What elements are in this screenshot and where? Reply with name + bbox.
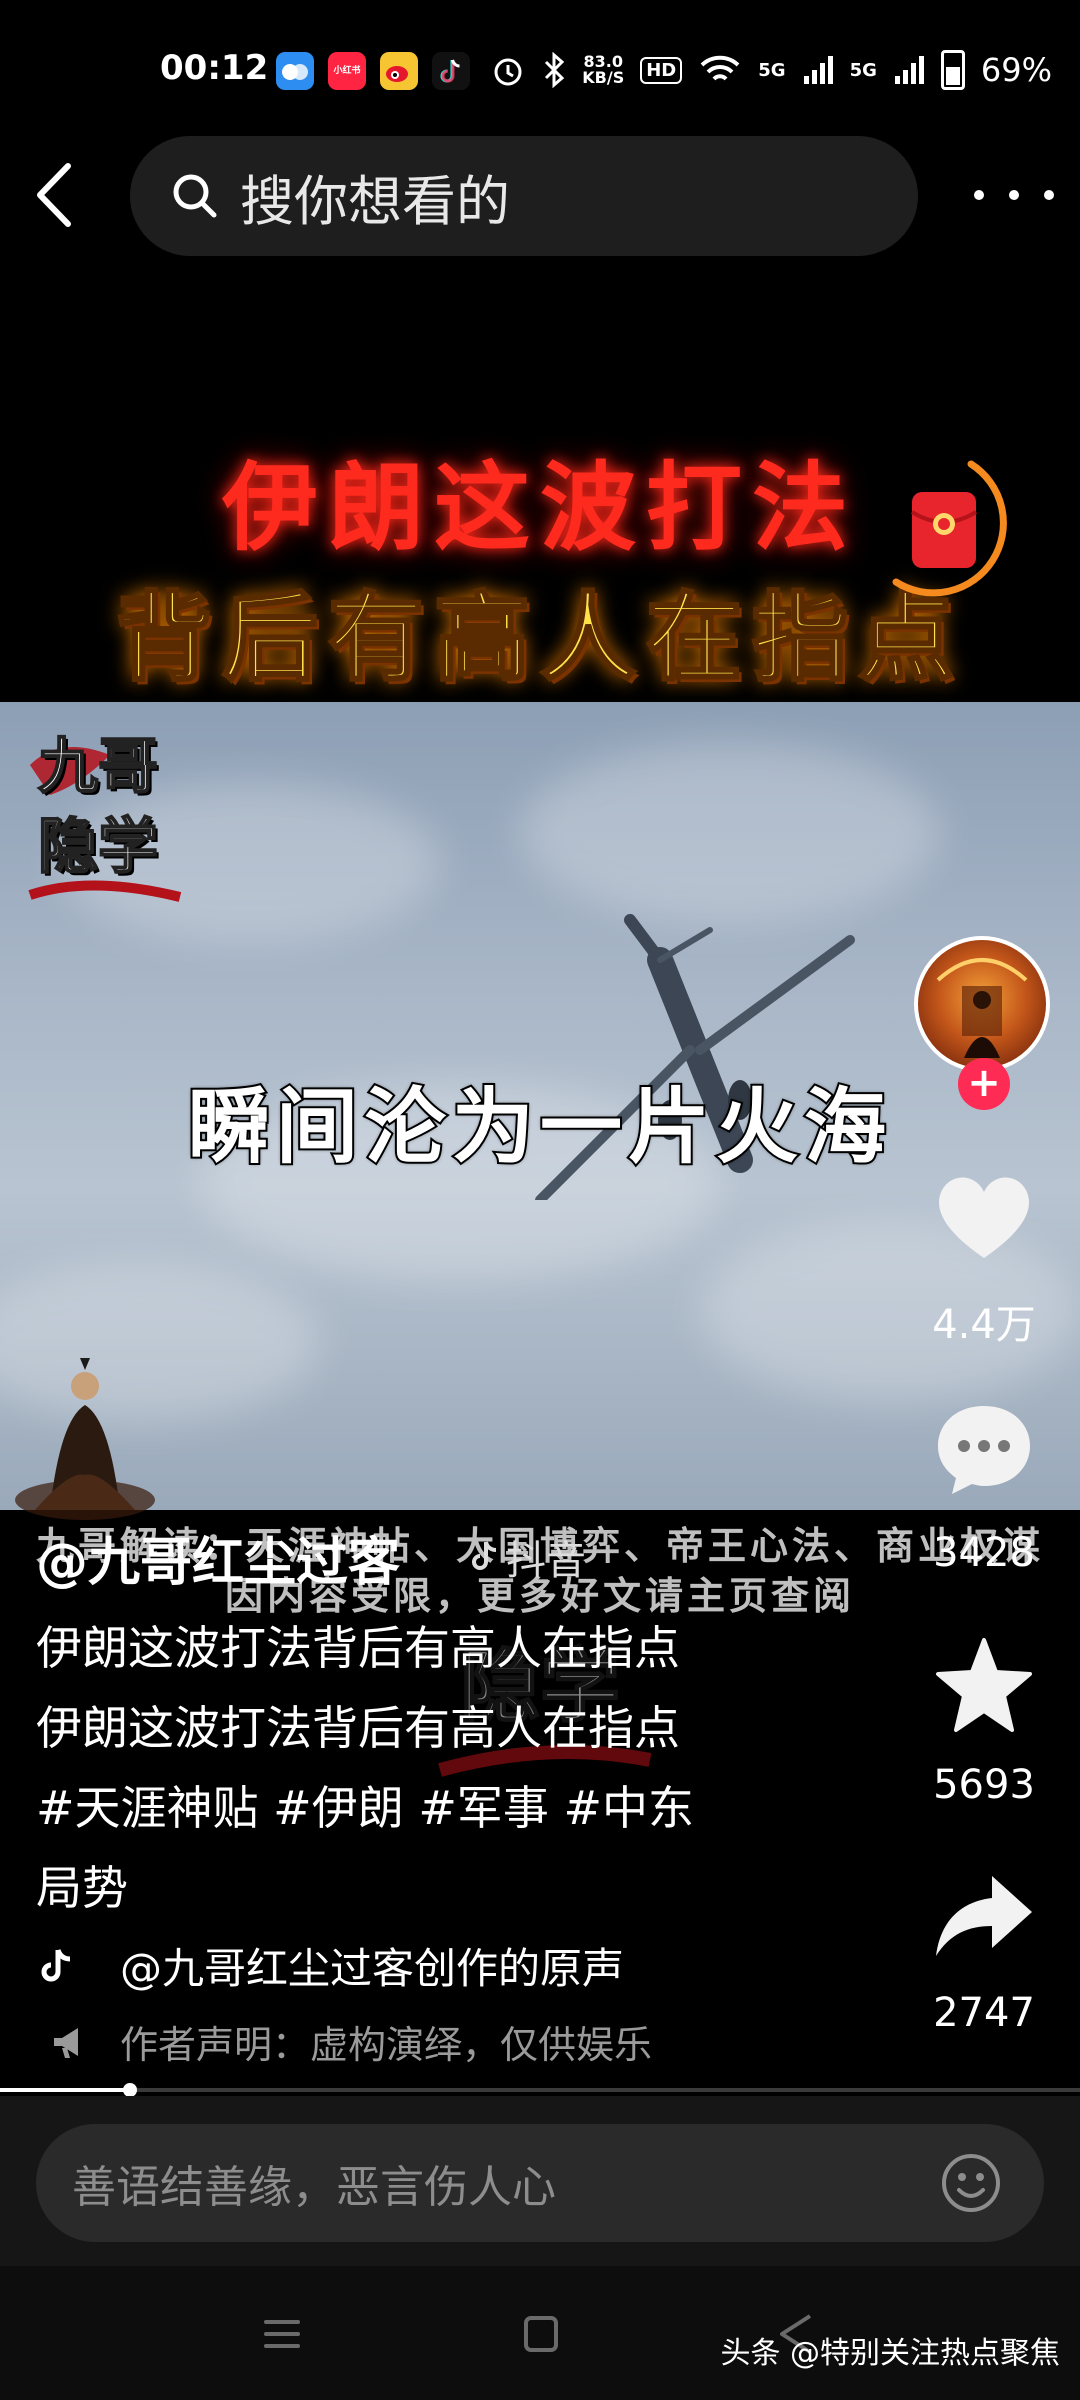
square-icon bbox=[524, 2316, 558, 2352]
alarm-icon bbox=[494, 58, 522, 86]
caption-hashtags[interactable]: #天涯神贴 #伊朗 #军事 #中东 bbox=[36, 1772, 694, 1838]
share-arrow-icon bbox=[936, 1876, 1032, 1956]
music-note-icon bbox=[41, 1948, 71, 1981]
more-dot-icon bbox=[974, 190, 984, 200]
video-subtitle: 瞬间沦为一片火海 bbox=[186, 1077, 892, 1177]
follow-button[interactable]: + bbox=[958, 1058, 1010, 1110]
weibo-icon bbox=[380, 52, 418, 90]
search-input[interactable]: 搜你想看的 bbox=[130, 136, 918, 256]
caption-line-2: 伊朗这波打法背后有高人在指点 bbox=[36, 1701, 680, 1755]
share-count: 2747 bbox=[933, 1990, 1035, 2036]
favorite-button[interactable] bbox=[930, 1634, 1038, 1734]
video-progress-fill bbox=[0, 2088, 130, 2092]
recent-apps-button[interactable] bbox=[252, 2306, 312, 2362]
cellular-signal-icon bbox=[803, 56, 833, 84]
star-icon bbox=[936, 1638, 1032, 1732]
comment-count: 3428 bbox=[933, 1530, 1035, 1576]
caption-line-1: 伊朗这波打法背后有高人在指点 bbox=[36, 1621, 680, 1675]
comment-placeholder: 善语结善缘，恶言伤人心 bbox=[72, 2162, 556, 2213]
douyin-icon bbox=[432, 52, 470, 90]
caption-hashtags-cont[interactable]: 局势 bbox=[36, 1852, 128, 1918]
signal-label-2: 5G bbox=[849, 59, 877, 81]
red-packet-icon bbox=[892, 460, 1007, 597]
favorite-count: 5693 bbox=[933, 1762, 1035, 1808]
status-time: 00:12 bbox=[160, 48, 269, 88]
like-count: 4.4万 bbox=[932, 1302, 1036, 1348]
more-dot-icon bbox=[1044, 190, 1054, 200]
comment-button[interactable] bbox=[930, 1398, 1038, 1498]
emoji-button[interactable] bbox=[940, 2152, 1002, 2214]
megaphone-icon bbox=[54, 2027, 78, 2058]
cellular-signal-icon bbox=[894, 56, 924, 84]
emperor-figure-image bbox=[15, 1358, 155, 1520]
back-arrow-icon bbox=[37, 163, 71, 227]
more-options-button[interactable] bbox=[974, 170, 1054, 220]
home-button[interactable] bbox=[510, 2306, 570, 2362]
red-packet-button[interactable] bbox=[876, 452, 1026, 612]
battery-percent: 69% bbox=[980, 51, 1052, 89]
video-progress-handle[interactable] bbox=[123, 2083, 137, 2097]
more-dot-icon bbox=[1009, 190, 1019, 200]
author-declaration: 作者声明：虚构演绎，仅供娱乐 bbox=[50, 2014, 652, 2069]
baidu-netdisk-icon bbox=[276, 52, 314, 90]
status-right-cluster: 83.0 KB/S HD 5G 5G 69% bbox=[490, 50, 1052, 90]
bluetooth-icon bbox=[545, 52, 565, 88]
heart-icon bbox=[938, 1177, 1030, 1258]
platform-tag: 抖音 bbox=[470, 1528, 586, 1586]
source-watermark: 头条 @特别关注热点聚焦 bbox=[720, 2336, 1060, 2371]
back-button[interactable] bbox=[28, 160, 88, 230]
wifi-icon bbox=[700, 55, 740, 81]
author-name[interactable]: @九哥红尘过客 bbox=[36, 1520, 400, 1595]
menu-lines-icon bbox=[264, 2320, 300, 2348]
net-speed: 83.0 KB/S bbox=[582, 52, 625, 87]
battery-icon bbox=[940, 50, 965, 90]
like-button[interactable] bbox=[930, 1166, 1038, 1266]
hd-badge: HD bbox=[640, 56, 683, 84]
declaration-text: 作者声明：虚构演绎，仅供娱乐 bbox=[120, 2023, 653, 2067]
xiaohongshu-icon: 小红书 bbox=[328, 52, 366, 90]
notification-app-icons: 小红书 bbox=[276, 52, 470, 90]
author-avatar[interactable] bbox=[914, 936, 1050, 1072]
share-button[interactable] bbox=[930, 1868, 1038, 1968]
comment-bubble-icon bbox=[938, 1406, 1030, 1494]
douyin-logo-icon bbox=[472, 1541, 497, 1570]
video-progress-track[interactable] bbox=[0, 2088, 1080, 2092]
music-row[interactable]: @九哥红尘过客创作的原声 bbox=[36, 1935, 624, 1996]
signal-label-1: 5G bbox=[758, 59, 786, 81]
comment-input[interactable]: 善语结善缘，恶言伤人心 bbox=[36, 2124, 1044, 2242]
smiley-icon bbox=[942, 2154, 1000, 2212]
search-placeholder: 搜你想看的 bbox=[240, 169, 510, 233]
search-icon bbox=[173, 174, 217, 218]
channel-logo: 九哥 隐学 bbox=[20, 725, 190, 915]
music-title: @九哥红尘过客创作的原声 bbox=[120, 1944, 625, 1993]
